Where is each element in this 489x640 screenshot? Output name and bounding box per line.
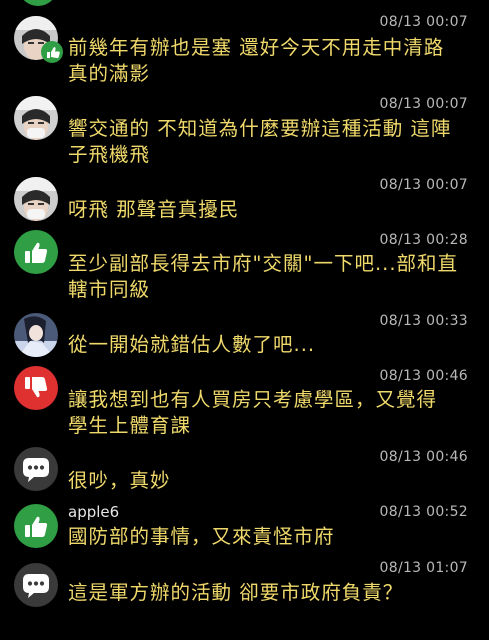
- comment-text: 響交通的 不知道為什麼要辦這種活動 這陣 子飛機飛: [68, 117, 452, 166]
- comment-item[interactable]: 08/13 00:07 響交通的 不知道為什麼要辦這種活動 這陣 子飛機飛: [0, 94, 489, 166]
- comment-text: 前幾年有辦也是塞 還好今天不用走中清路 真的滿影: [68, 36, 445, 85]
- comment-text: 呀飛 那聲音真擾民: [68, 198, 240, 221]
- chat-bubble-icon[interactable]: [14, 447, 58, 491]
- thumbs-down-icon[interactable]: [14, 366, 58, 410]
- user-avatar[interactable]: [14, 177, 58, 221]
- comment-item[interactable]: 08/13 00:07 前幾年有辦也是塞 還好今天不用走中清路 真的滿影: [0, 12, 489, 85]
- user-avatar[interactable]: [14, 16, 63, 63]
- timestamp: 08/13 00:46: [379, 368, 468, 384]
- comment-item[interactable]: apple6 08/13 00:52 國防部的事情，又來責怪市府: [0, 502, 489, 552]
- comment-item[interactable]: 08/13 01:07 這是軍方辦的活動 卻要市政府負責？: [0, 558, 489, 610]
- comment-item[interactable]: 08/13 00:46 讓我想到也有人買房只考慮學區，又覺得 學生上體育課: [0, 366, 489, 437]
- comment-item[interactable]: 08/13 00:07 呀飛 那聲音真擾民: [0, 175, 489, 225]
- comment-item[interactable]: 08/13 00:33 從一開始就錯估人數了吧...: [0, 311, 489, 361]
- comment-text: 這是軍方辦的活動 卻要市政府負責？: [68, 581, 404, 604]
- timestamp: 08/13 00:07: [379, 14, 468, 30]
- thumbs-up-icon[interactable]: [14, 230, 58, 274]
- timestamp: 08/13 00:46: [379, 449, 468, 465]
- comment-text: 讓我想到也有人買房只考慮學區，又覺得 學生上體育課: [68, 388, 438, 437]
- timestamp: 08/13 00:07: [379, 96, 468, 112]
- thumbs-up-icon: [18, 0, 58, 6]
- chat-bubble-icon[interactable]: [14, 563, 58, 607]
- previous-comment-partial: [0, 0, 489, 8]
- timestamp: 08/13 00:28: [379, 232, 468, 248]
- comment-item[interactable]: 08/13 00:46 很吵，真妙: [0, 447, 489, 497]
- comment-item[interactable]: 08/13 00:28 至少副部長得去市府"交關"一下吧...部和直 轄市同級: [0, 230, 489, 301]
- username[interactable]: apple6: [68, 503, 119, 521]
- timestamp: 08/13 00:07: [379, 177, 468, 193]
- comment-text: 從一開始就錯估人數了吧...: [68, 333, 316, 356]
- timestamp: 08/13 01:07: [379, 560, 468, 576]
- comment-text: 至少副部長得去市府"交關"一下吧...部和直 轄市同級: [68, 252, 459, 301]
- timestamp: 08/13 00:52: [379, 504, 468, 520]
- user-avatar[interactable]: [14, 313, 58, 357]
- comment-text: 國防部的事情，又來責怪市府: [68, 525, 335, 548]
- thumbs-up-icon[interactable]: [14, 504, 58, 548]
- timestamp: 08/13 00:33: [379, 313, 468, 329]
- user-avatar[interactable]: [14, 96, 58, 140]
- comment-text: 很吵，真妙: [68, 469, 171, 492]
